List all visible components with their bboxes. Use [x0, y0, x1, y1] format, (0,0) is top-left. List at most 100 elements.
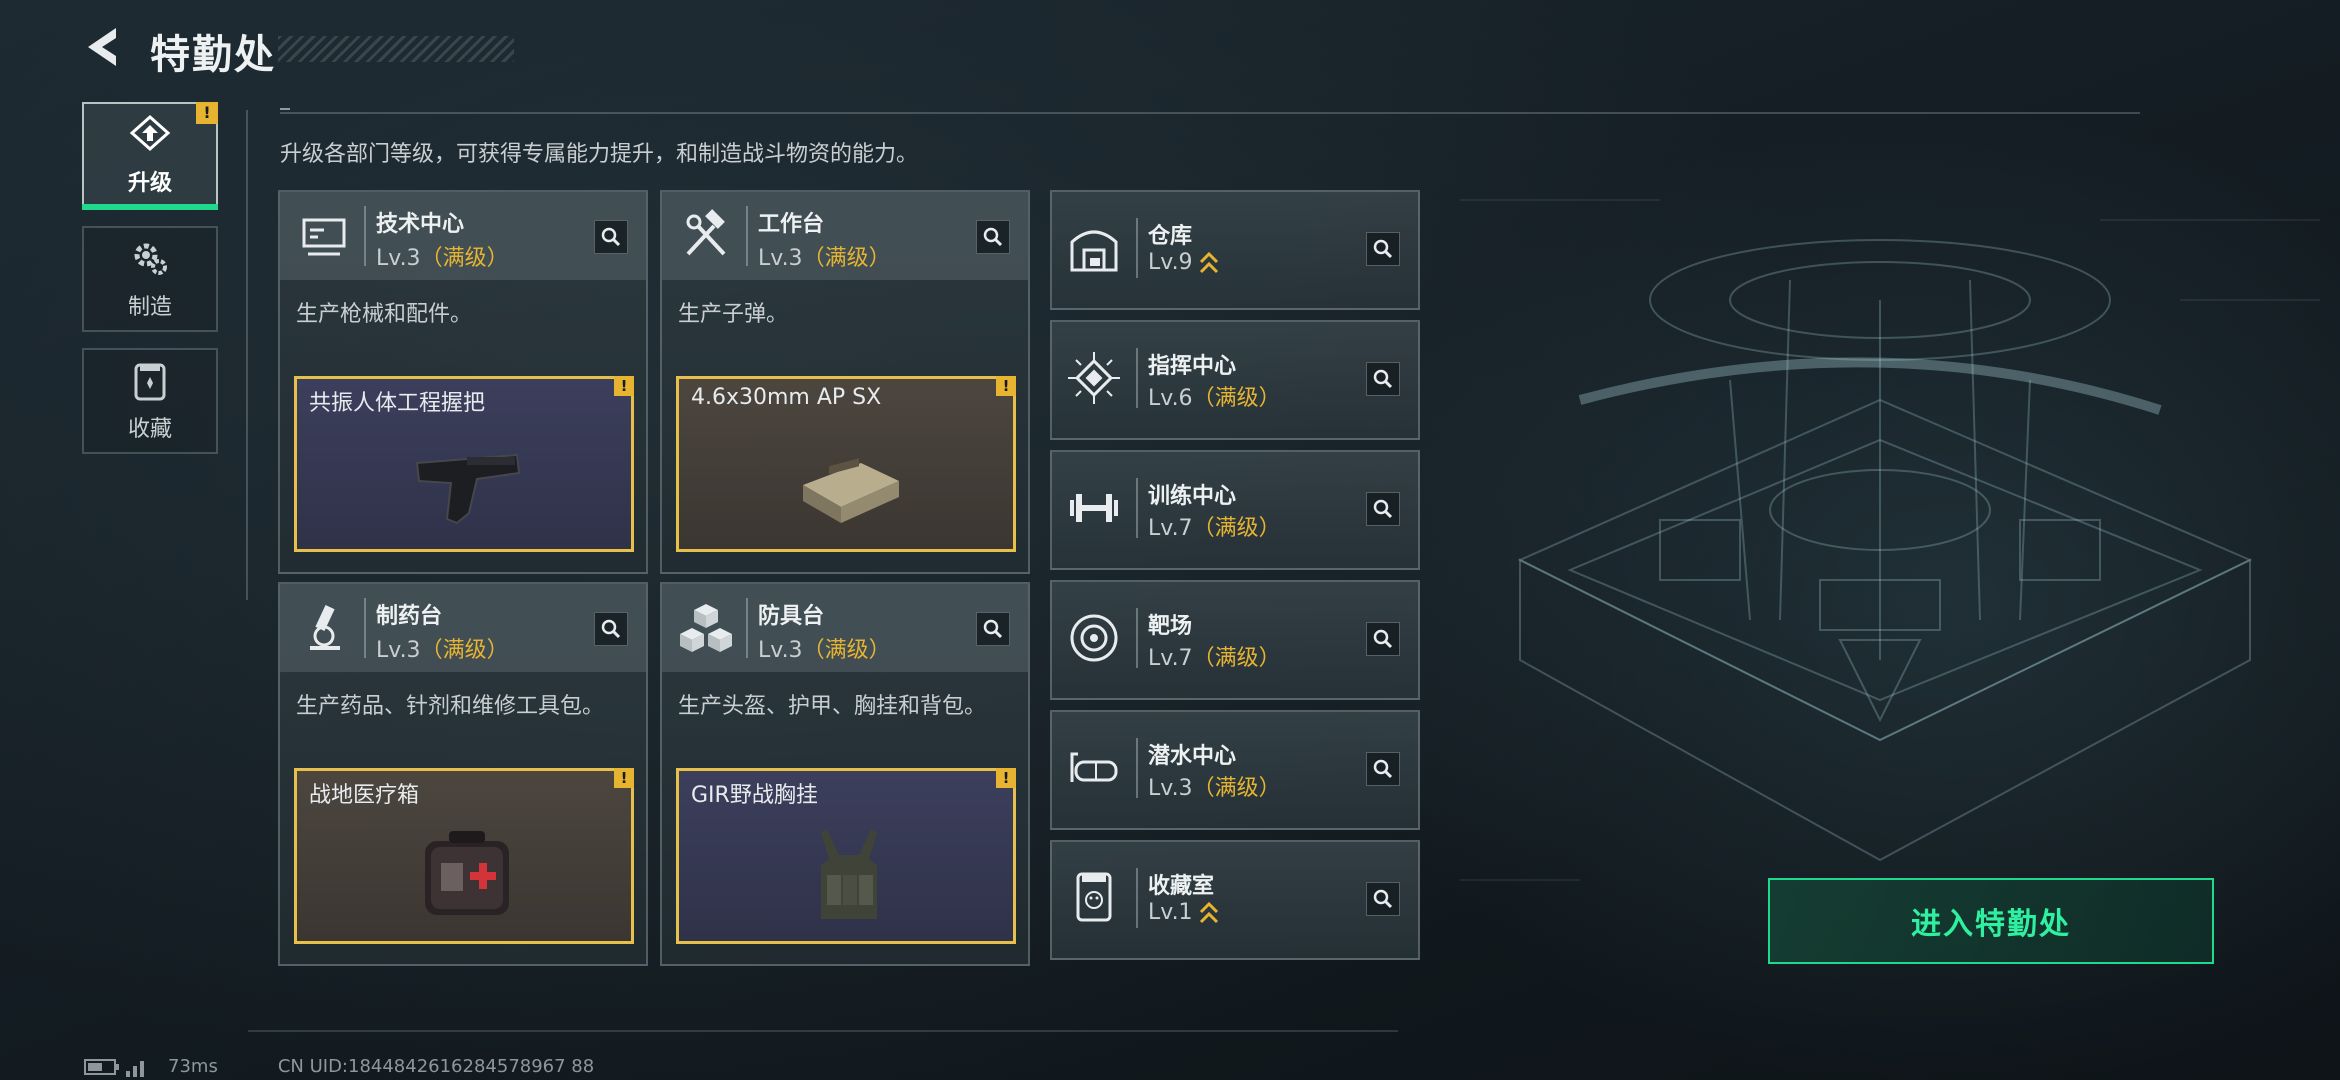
ammo-box-image: [803, 458, 899, 523]
page-description: 升级各部门等级，可获得专属能力提升，和制造战斗物资的能力。: [280, 142, 919, 167]
search-button[interactable]: [594, 220, 628, 254]
department-card-collection-room[interactable]: 收藏室 Lv.1: [1050, 840, 1420, 960]
craft-slot[interactable]: GIR野战胸挂 !: [676, 768, 1016, 944]
craft-alert-badge: !: [996, 768, 1016, 788]
search-button[interactable]: [1366, 752, 1400, 786]
max-level-tag: （满级）: [802, 246, 891, 271]
nav-tab-craft[interactable]: 制造: [82, 226, 218, 332]
search-button[interactable]: [1366, 622, 1400, 656]
gears-icon: [134, 243, 167, 275]
craft-slot[interactable]: 4.6x30mm AP SX !: [676, 376, 1016, 552]
craft-alert-badge: !: [996, 376, 1016, 396]
page-title: 特勤处: [150, 32, 276, 78]
nav-active-indicator: [82, 204, 218, 210]
card-level: Lv.3（满级）: [376, 240, 509, 272]
level-value: Lv.1: [1148, 900, 1193, 925]
search-icon: [1373, 239, 1393, 259]
level-value: Lv.3: [376, 246, 421, 271]
header-divider-tick: [280, 108, 290, 110]
max-level-tag: （满级）: [420, 638, 509, 663]
craft-slot[interactable]: 共振人体工程握把 !: [294, 376, 634, 552]
upgrade-available-icon: [1199, 901, 1218, 924]
search-icon: [983, 619, 1003, 639]
search-icon: [601, 619, 621, 639]
search-button[interactable]: [1366, 492, 1400, 526]
search-button[interactable]: [976, 612, 1010, 646]
search-icon: [1373, 759, 1393, 779]
department-card-armor-bench[interactable]: 防具台 Lv.3（满级） 生产头盔、护甲、胸挂和背包。 GIR野战胸挂 !: [660, 582, 1030, 966]
nav-label-craft: 制造: [127, 295, 172, 320]
card-header: 防具台 Lv.3（满级）: [662, 584, 1028, 672]
card-level: Lv.3（满级）: [376, 632, 509, 664]
search-icon: [983, 227, 1003, 247]
level-value: Lv.3: [758, 246, 803, 271]
craft-item-name: 4.6x30mm AP SX: [691, 385, 882, 410]
nav-label-collection: 收藏: [127, 417, 172, 442]
department-card-warehouse[interactable]: 仓库 Lv.9: [1050, 190, 1420, 310]
max-level-tag: （满级）: [1192, 646, 1281, 671]
card-level: Lv.1: [1148, 900, 1219, 926]
search-button[interactable]: [1366, 232, 1400, 266]
card-header: 工作台 Lv.3（满级）: [662, 192, 1028, 280]
card-title: 指挥中心: [1148, 354, 1237, 379]
diving-mask-icon: [1070, 752, 1118, 782]
computer-icon: [302, 218, 346, 256]
collection-icon: [134, 363, 166, 401]
signal-icon: [126, 1060, 144, 1077]
nav-divider: [246, 110, 248, 600]
craft-slot[interactable]: 战地医疗箱 !: [294, 768, 634, 944]
search-button[interactable]: [976, 220, 1010, 254]
upgrade-available-icon: [1199, 251, 1218, 274]
card-level: Lv.3（满级）: [758, 632, 891, 664]
max-level-tag: （满级）: [802, 638, 891, 663]
medkit-image: [425, 831, 509, 915]
max-level-tag: （满级）: [420, 246, 509, 271]
card-title: 防具台: [758, 604, 825, 629]
department-card-training-center[interactable]: 训练中心 Lv.7（满级）: [1050, 450, 1420, 570]
max-level-tag: （满级）: [1192, 776, 1281, 801]
craft-item-name: 共振人体工程握把: [309, 391, 486, 416]
card-title: 技术中心: [376, 212, 465, 237]
ping-value: 73ms: [168, 1056, 218, 1077]
grip-item-image: [415, 453, 521, 525]
department-card-workbench[interactable]: 工作台 Lv.3（满级） 生产子弹。 4.6x30mm AP SX !: [660, 190, 1030, 574]
department-card-tech-center[interactable]: 技术中心 Lv.3（满级） 生产枪械和配件。 共振人体工程握把 !: [278, 190, 648, 574]
hammer-wrench-icon: [686, 209, 726, 256]
collection-room-icon: [1076, 872, 1112, 922]
nav-alert-badge: !: [196, 102, 218, 124]
level-value: Lv.9: [1148, 250, 1193, 275]
facility-blueprint-art: [1460, 199, 2320, 881]
craft-alert-badge: !: [614, 768, 634, 788]
card-description: 生产子弹。: [678, 302, 789, 327]
department-card-pharmacy[interactable]: 制药台 Lv.3（满级） 生产药品、针剂和维修工具包。 战地医疗箱 !: [278, 582, 648, 966]
search-button[interactable]: [594, 612, 628, 646]
level-value: Lv.3: [758, 638, 803, 663]
target-icon: [1070, 614, 1118, 662]
warehouse-icon: [1070, 230, 1118, 272]
battery-icon: [84, 1058, 119, 1075]
card-description: 生产药品、针剂和维修工具包。: [296, 694, 605, 719]
title-decoration: [278, 36, 514, 62]
department-card-command-center[interactable]: 指挥中心 Lv.6（满级）: [1050, 320, 1420, 440]
card-level: Lv.6（满级）: [1148, 380, 1281, 412]
search-icon: [1373, 629, 1393, 649]
card-level: Lv.7（满级）: [1148, 510, 1281, 542]
card-title: 仓库: [1148, 224, 1193, 249]
chest-rig-image: [821, 829, 877, 919]
card-title: 训练中心: [1148, 484, 1237, 509]
card-title: 潜水中心: [1148, 744, 1237, 769]
chip-icon: [1068, 352, 1120, 404]
search-icon: [1373, 889, 1393, 909]
search-button[interactable]: [1366, 362, 1400, 396]
back-arrow-icon[interactable]: [78, 22, 128, 72]
nav-tab-collection[interactable]: 收藏: [82, 348, 218, 454]
search-button[interactable]: [1366, 882, 1400, 916]
card-title: 靶场: [1148, 614, 1193, 639]
nav-label-upgrade: 升级: [127, 171, 172, 196]
department-card-shooting-range[interactable]: 靶场 Lv.7（满级）: [1050, 580, 1420, 700]
level-value: Lv.3: [1148, 776, 1193, 801]
department-card-diving-center[interactable]: 潜水中心 Lv.3（满级）: [1050, 710, 1420, 830]
enter-special-ops-button[interactable]: 进入特勤处: [1768, 878, 2214, 964]
craft-alert-badge: !: [614, 376, 634, 396]
card-level: Lv.9: [1148, 250, 1219, 276]
